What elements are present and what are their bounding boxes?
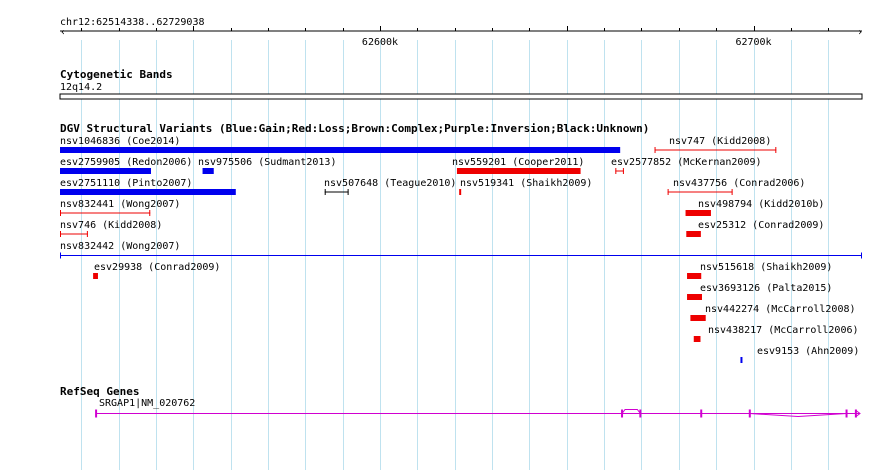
sv-label: nsv559201 (Cooper2011) <box>452 157 584 168</box>
sv-esv2751110[interactable]: esv2751110 (Pinto2007) <box>60 178 236 195</box>
sv-glyph <box>686 231 701 237</box>
sv-nsv442274[interactable]: nsv442274 (McCarroll2008) <box>690 304 856 321</box>
sv-label: nsv1046836 (Coe2014) <box>60 136 180 147</box>
dgv-long-feature: nsv832442 (Wong2007) <box>60 241 862 259</box>
sv-label: nsv747 (Kidd2008) <box>669 136 771 147</box>
sv-nsv832441[interactable]: nsv832441 (Wong2007) <box>60 199 180 216</box>
sv-esv25312[interactable]: esv25312 (Conrad2009) <box>686 220 824 237</box>
sv-label: nsv438217 (McCarroll2006) <box>708 325 859 336</box>
gene-exon <box>95 409 98 418</box>
cytoband-ideogram[interactable] <box>59 93 863 100</box>
sv-label: nsv746 (Kidd2008) <box>60 220 162 231</box>
sv-label: esv29938 (Conrad2009) <box>94 262 220 273</box>
sv-glyph <box>60 147 621 153</box>
sv-label: nsv442274 (McCarroll2008) <box>705 304 856 315</box>
sv-label: esv2751110 (Pinto2007) <box>60 178 192 189</box>
sv-glyph <box>456 168 581 174</box>
sv-nsv1046836[interactable]: nsv1046836 (Coe2014) <box>60 136 621 153</box>
sv-label: nsv515618 (Shaikh2009) <box>700 262 832 273</box>
sv-esv2759905[interactable]: esv2759905 (Redon2006) <box>60 157 192 174</box>
dgv-title: DGV Structural Variants (Blue:Gain;Red:L… <box>60 122 649 135</box>
sv-nsv438217[interactable]: nsv438217 (McCarroll2006) <box>693 325 859 342</box>
sv-label: esv9153 (Ahn2009) <box>757 346 859 357</box>
genome-browser-canvas: chr12:62514338..62729038 ‹ › 62600k 62700… <box>59 17 863 470</box>
sv-label: nsv498794 (Kidd2010b) <box>698 199 824 210</box>
sv-esv2577852[interactable]: esv2577852 (McKernan2009) <box>611 157 762 174</box>
sv-label: nsv507648 (Teague2010) <box>324 178 456 189</box>
sv-nsv519341[interactable]: nsv519341 (Shaikh2009) <box>459 178 592 195</box>
ruler-right-arrow: › <box>857 27 863 38</box>
sv-label: nsv519341 (Shaikh2009) <box>460 178 592 189</box>
ruler-track: chr12:62514338..62729038 ‹ › 62600k 62700… <box>60 17 863 48</box>
sv-label: nsv832441 (Wong2007) <box>60 199 180 210</box>
sv-label: esv25312 (Conrad2009) <box>698 220 824 231</box>
dgv-track: DGV Structural Variants (Blue:Gain;Red:L… <box>60 122 862 363</box>
sv-label: esv3693126 (Palta2015) <box>700 283 832 294</box>
ruler-left-arrow: ‹ <box>60 27 66 38</box>
sv-nsv559201[interactable]: nsv559201 (Cooper2011) <box>452 157 584 174</box>
sv-label: nsv437756 (Conrad2006) <box>673 178 805 189</box>
sv-glyph <box>459 189 462 195</box>
sv-glyph <box>687 294 702 300</box>
dgv-upper-features: nsv1046836 (Coe2014) nsv747 (Kidd2008) esv… <box>60 136 824 237</box>
sv-nsv746[interactable]: nsv746 (Kidd2008) <box>60 220 162 237</box>
sv-glyph <box>687 273 702 279</box>
gene-label: SRGAP1|NM_020762 <box>99 398 195 409</box>
gene-exon <box>700 409 703 418</box>
sv-glyph <box>693 336 701 342</box>
sv-label: nsv832442 (Wong2007) <box>60 241 180 252</box>
gene-model-srgap1[interactable] <box>95 409 861 418</box>
dgv-lower-features: esv29938 (Conrad2009) nsv515618 (Shaikh20… <box>93 262 859 363</box>
gene-splice <box>621 409 641 414</box>
cytoband-name: 12q14.2 <box>60 82 102 93</box>
sv-glyph <box>93 273 98 279</box>
sv-nsv975506[interactable]: nsv975506 (Sudmant2013) <box>198 157 336 174</box>
sv-esv9153[interactable]: esv9153 (Ahn2009) <box>740 346 859 363</box>
sv-glyph <box>690 315 706 321</box>
sv-glyph <box>740 357 743 363</box>
sv-nsv437756[interactable]: nsv437756 (Conrad2006) <box>667 178 806 195</box>
sv-esv3693126[interactable]: esv3693126 (Palta2015) <box>687 283 832 300</box>
refseq-title: RefSeq Genes <box>60 385 139 398</box>
ruler-tick-label: 62600k <box>362 37 398 48</box>
cytoband-title: Cytogenetic Bands <box>60 68 173 81</box>
region-label: chr12:62514338..62729038 <box>60 17 205 28</box>
sv-nsv507648[interactable]: nsv507648 (Teague2010) <box>324 178 456 195</box>
refseq-track: RefSeq Genes SRGAP1|NM_020762 <box>60 385 861 418</box>
sv-nsv747[interactable]: nsv747 (Kidd2008) <box>654 136 777 153</box>
sv-glyph <box>202 168 214 174</box>
sv-label: nsv975506 (Sudmant2013) <box>198 157 336 168</box>
sv-nsv515618[interactable]: nsv515618 (Shaikh2009) <box>687 262 832 279</box>
cytoband-track: Cytogenetic Bands 12q14.2 <box>59 68 863 100</box>
sv-glyph <box>60 189 236 195</box>
ruler-tick-label: 62700k <box>735 37 771 48</box>
sv-label: esv2577852 (McKernan2009) <box>611 157 762 168</box>
sv-glyph <box>60 168 152 174</box>
sv-glyph <box>685 210 711 216</box>
sv-label: esv2759905 (Redon2006) <box>60 157 192 168</box>
